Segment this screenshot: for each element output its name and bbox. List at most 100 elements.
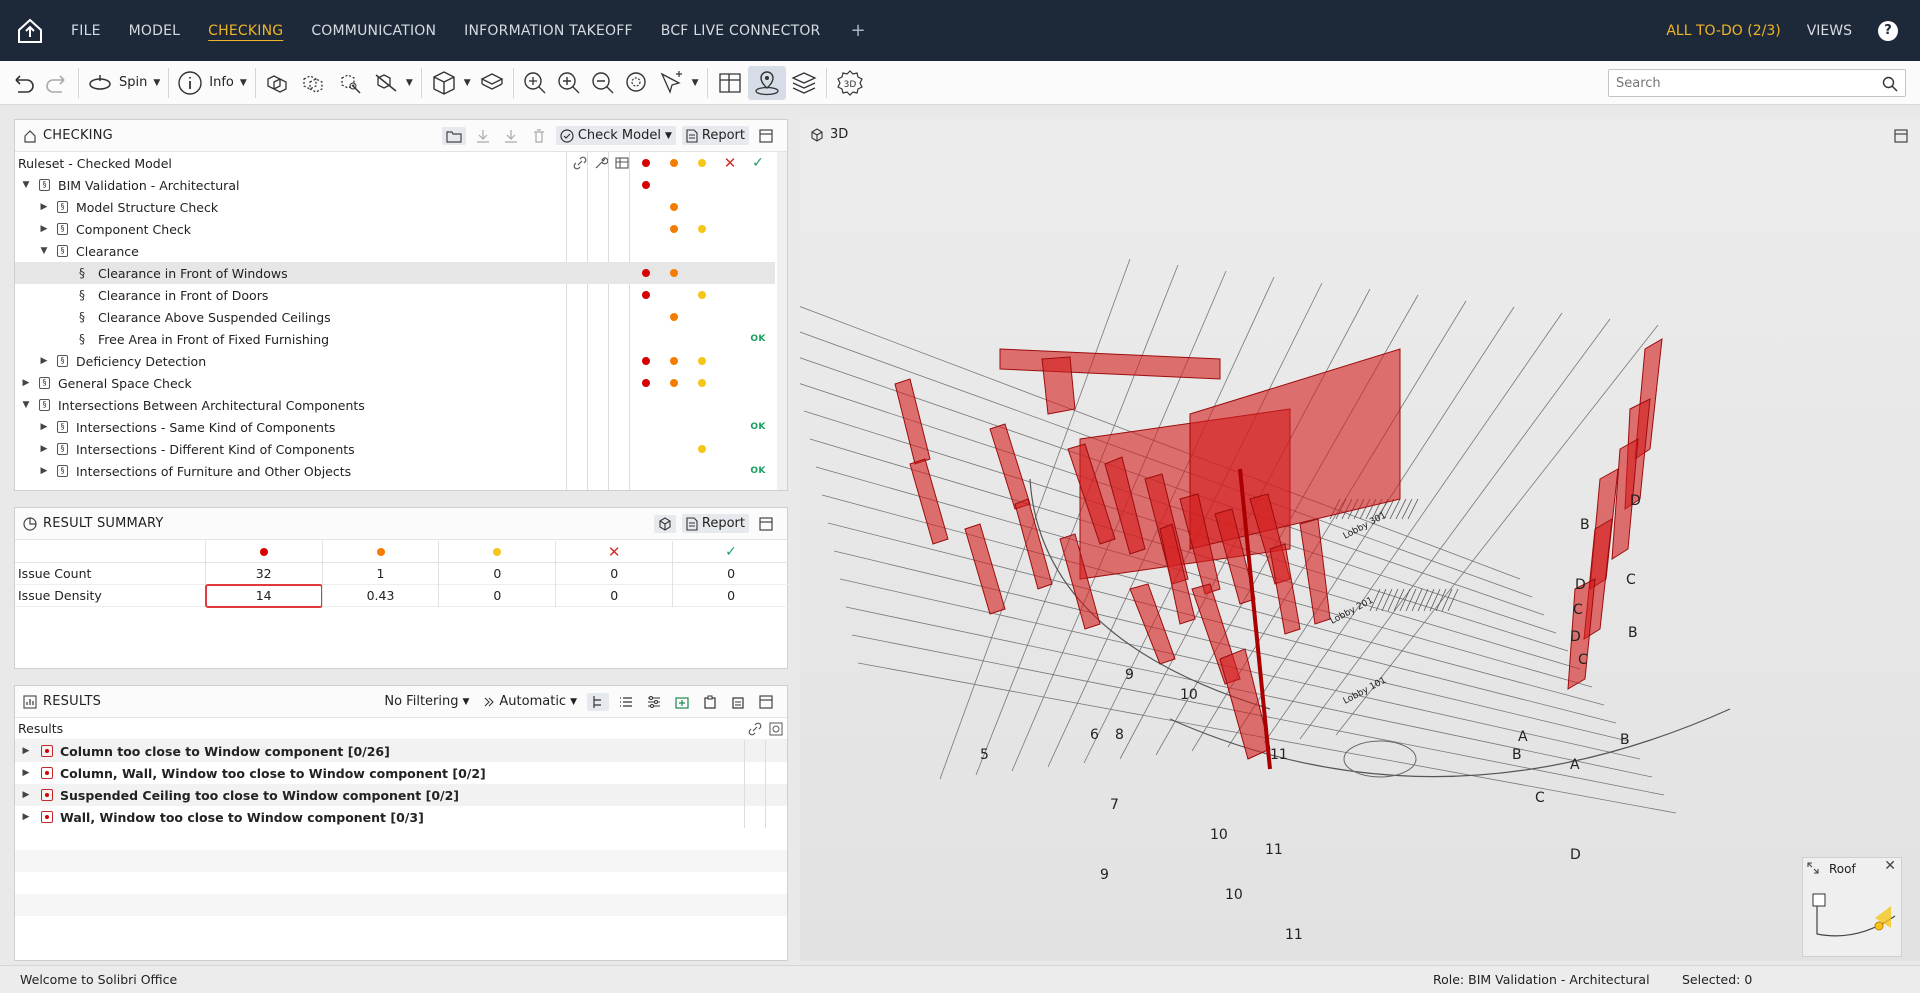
save-ruleset-button[interactable]	[500, 127, 522, 145]
presentation-list-button[interactable]	[727, 693, 749, 711]
menu-checking[interactable]: CHECKING	[208, 23, 283, 39]
download-button[interactable]	[472, 127, 494, 145]
ruleset-row[interactable]: § Clearance Above Suspended Ceilings	[15, 306, 775, 328]
chevron-down-icon[interactable]: ▼	[464, 78, 471, 88]
info-tool[interactable]: Info ▼	[173, 66, 251, 100]
isolate-button[interactable]: ▼	[368, 66, 417, 100]
report-button[interactable]: Report	[681, 126, 749, 145]
zoom-selected-button[interactable]	[620, 66, 654, 100]
menu-model[interactable]: MODEL	[129, 23, 181, 39]
list-settings-button[interactable]	[643, 693, 665, 711]
3d-viewport[interactable]: 3D 10 11 9 8 7 6 5 10 11 9 10 11 A B C A B C D B C D B C D D Lobby…	[800, 119, 1920, 961]
checking-scrollbar[interactable]	[777, 152, 787, 490]
collapse-arrow-icon[interactable]: ▼	[21, 180, 31, 190]
panel-layout-button[interactable]	[755, 127, 777, 145]
building-model[interactable]: 101198765101191011ABCABCDBCD BCDDLobby 30…	[800, 119, 1920, 961]
menu-information-takeoff[interactable]: INFORMATION TAKEOFF	[464, 23, 633, 39]
ruleset-row[interactable]: ▼ § Intersections Between Architectural Co…	[15, 394, 775, 416]
ruleset-row[interactable]: ▼ § Clearance	[15, 240, 775, 262]
open-ruleset-button[interactable]	[441, 126, 466, 145]
chevron-down-icon[interactable]: ▼	[665, 131, 672, 141]
expand-arrow-icon[interactable]: ▶	[21, 378, 31, 388]
search-box[interactable]	[1608, 69, 1906, 97]
expand-arrow-icon[interactable]: ▶	[21, 812, 31, 822]
collapse-arrow-icon[interactable]: ▼	[39, 246, 49, 256]
all-todo-link[interactable]: ALL TO-DO (2/3)	[1666, 23, 1780, 39]
ruleset-row[interactable]: ▶ § General Space Check	[15, 372, 775, 394]
summary-value-cell[interactable]: 1	[321, 562, 439, 585]
ruleset-row[interactable]: ▶ § Component Check	[15, 218, 775, 240]
close-icon[interactable]: ✕	[1884, 858, 1896, 874]
redo-button[interactable]	[40, 66, 74, 100]
ruleset-row[interactable]: ▶ § Intersections of Furniture and Other O…	[15, 460, 775, 482]
menu-communication[interactable]: COMMUNICATION	[311, 23, 436, 39]
summary-report-button[interactable]: Report	[681, 514, 749, 533]
expand-arrow-icon[interactable]: ▶	[39, 224, 49, 234]
delete-button[interactable]	[528, 127, 550, 145]
3d-settings-button[interactable]: 3D	[831, 66, 869, 100]
layers-button[interactable]	[786, 66, 822, 100]
panel-layout-button[interactable]	[755, 515, 777, 533]
summary-value-cell[interactable]: 0	[438, 562, 555, 585]
grouping-dropdown[interactable]: Automatic ▼	[479, 692, 581, 711]
add-to-presentation-button[interactable]	[671, 693, 693, 711]
ruleset-row[interactable]: ▼ § BIM Validation - Architectural	[15, 174, 775, 196]
help-button[interactable]: ?	[1878, 20, 1898, 41]
chevron-down-icon[interactable]: ▼	[692, 78, 699, 88]
summary-value-cell[interactable]: 0.43	[321, 584, 439, 607]
spin-tool[interactable]: Spin ▼	[83, 66, 164, 100]
views-link[interactable]: VIEWS	[1807, 23, 1852, 39]
filtering-dropdown[interactable]: No Filtering ▼	[380, 692, 473, 711]
expand-arrow-icon[interactable]: ▶	[39, 202, 49, 212]
result-category-row[interactable]: ▶ Column too close to Window component [0…	[15, 740, 787, 762]
expand-arrow-icon[interactable]: ▶	[21, 768, 31, 778]
result-category-row[interactable]: ▶ Column, Wall, Window too close to Windo…	[15, 762, 787, 784]
summary-value-cell[interactable]: 32	[204, 562, 322, 585]
summary-value-cell[interactable]: 0	[555, 584, 672, 607]
summary-value-cell[interactable]: 0	[672, 584, 789, 607]
floor-plan-button[interactable]	[712, 66, 748, 100]
summary-value-cell[interactable]: 14	[204, 583, 323, 608]
expand-arrow-icon[interactable]: ▶	[39, 466, 49, 476]
expand-arrow-icon[interactable]: ▶	[39, 422, 49, 432]
zoom-out-button[interactable]	[586, 66, 620, 100]
expand-arrow-icon[interactable]: ▶	[39, 444, 49, 454]
search-input[interactable]	[1616, 75, 1876, 91]
expand-arrow-icon[interactable]: ▶	[21, 790, 31, 800]
collapse-arrow-icon[interactable]: ▼	[21, 400, 31, 410]
undo-button[interactable]	[6, 66, 40, 100]
ruleset-row[interactable]: ▶ § Deficiency Detection	[15, 350, 775, 372]
view-cube-button[interactable]: ▼	[426, 66, 475, 100]
list-view-button[interactable]	[615, 693, 637, 711]
expand-icon[interactable]	[1807, 862, 1819, 874]
ruleset-row[interactable]: ▶ § Model Structure Check	[15, 196, 775, 218]
ruleset-row[interactable]: ▶ § Intersections - Different Kind of Comp…	[15, 438, 775, 460]
expand-arrow-icon[interactable]: ▶	[39, 356, 49, 366]
menu-file[interactable]: FILE	[71, 23, 101, 39]
summary-value-cell[interactable]: 0	[555, 562, 672, 585]
home-logo-icon[interactable]	[13, 14, 47, 48]
check-model-button[interactable]: Check Model ▼	[555, 126, 676, 145]
panel-layout-button[interactable]	[755, 693, 777, 711]
select-hidden-button[interactable]	[296, 66, 332, 100]
add-tab-button[interactable]: +	[850, 20, 865, 41]
expand-arrow-icon[interactable]: ▶	[21, 746, 31, 756]
ruleset-row[interactable]: § Clearance in Front of Doors	[15, 284, 775, 306]
zoom-in-button[interactable]	[552, 66, 586, 100]
presentation-button[interactable]	[699, 693, 721, 711]
roof-minimap[interactable]: Roof ✕	[1802, 857, 1902, 957]
ruleset-row[interactable]: § Free Area in Front of Fixed Furnishing O…	[15, 328, 775, 350]
location-button[interactable]	[747, 65, 786, 100]
tree-view-button[interactable]	[587, 692, 609, 711]
chevron-down-icon[interactable]: ▼	[153, 78, 160, 88]
result-category-row[interactable]: ▶ Suspended Ceiling too close to Window c…	[15, 784, 787, 806]
hide-selected-button[interactable]	[332, 66, 368, 100]
select-components-button[interactable]	[260, 66, 296, 100]
ruleset-row[interactable]: § Clearance in Front of Windows	[15, 262, 775, 284]
measure-tool-button[interactable]: ▼	[654, 66, 703, 100]
summary-value-cell[interactable]: 0	[672, 562, 789, 585]
ruleset-row[interactable]: ▶ § Intersections - Same Kind of Component…	[15, 416, 775, 438]
chevron-down-icon[interactable]: ▼	[240, 78, 247, 88]
section-box-button[interactable]	[475, 66, 509, 100]
menu-bcf-live-connector[interactable]: BCF LIVE CONNECTOR	[661, 23, 821, 39]
